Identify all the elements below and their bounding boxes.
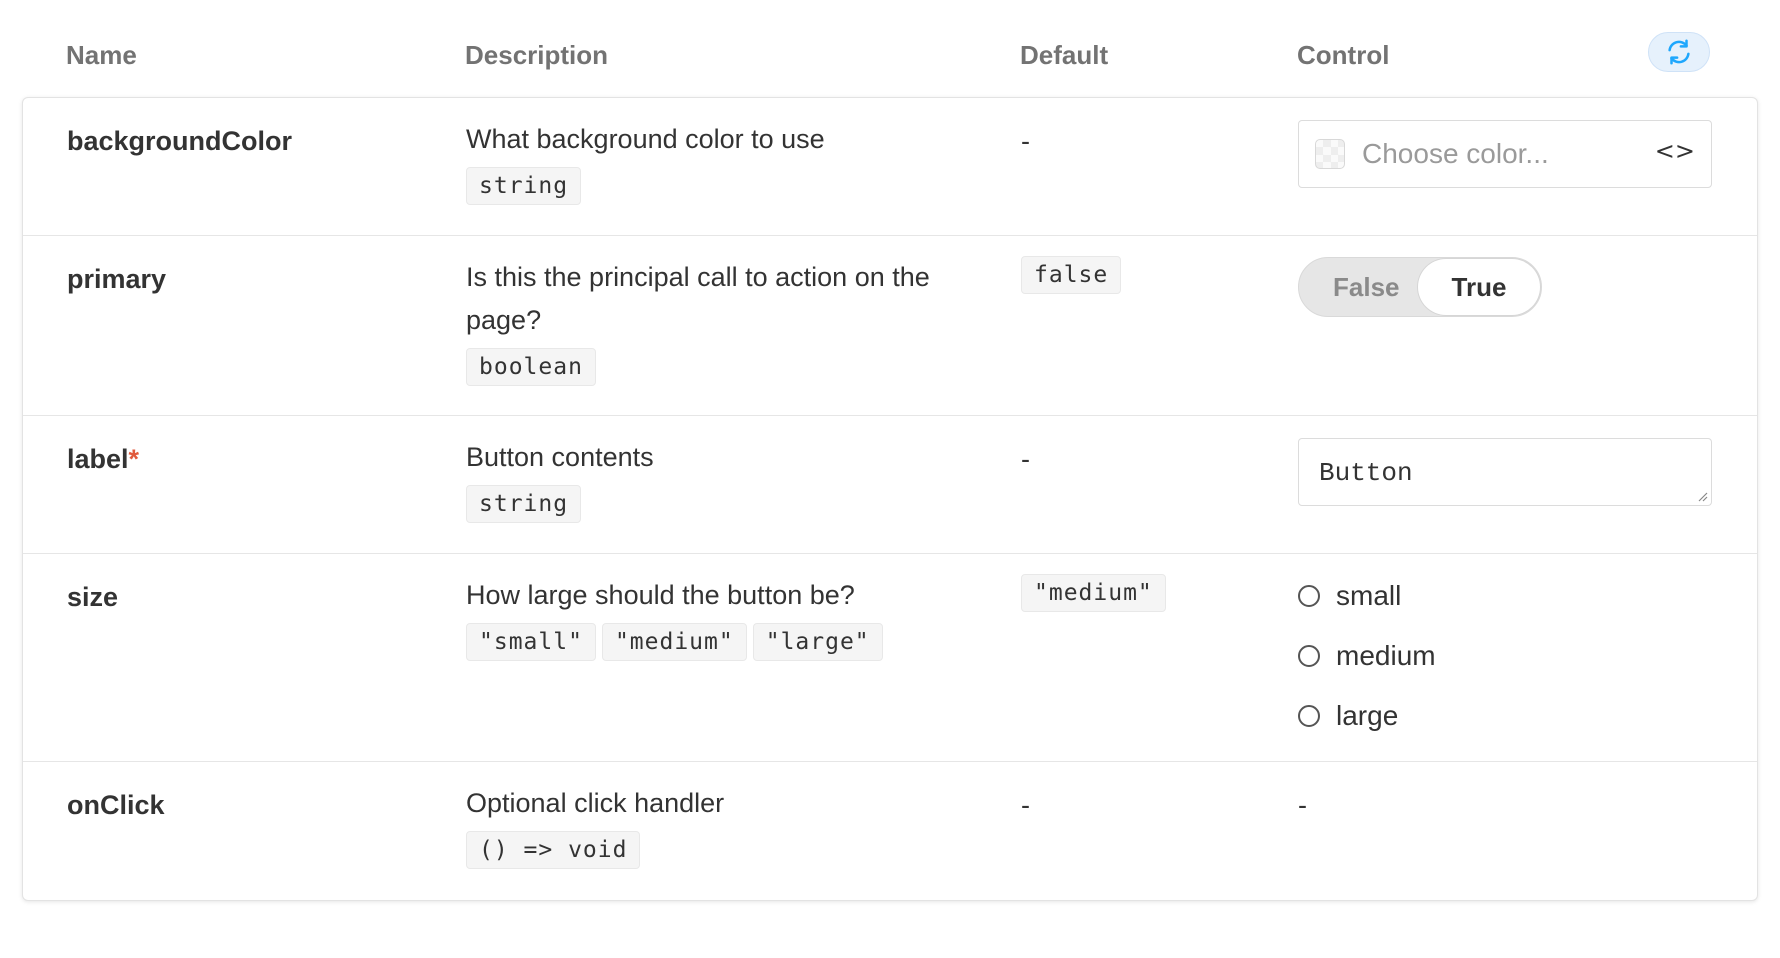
header-control: Control [1297,40,1390,70]
type-badge: () => void [466,831,641,869]
table-row: size How large should the button be? "sm… [23,554,1757,762]
prop-name: backgroundColor [67,126,293,156]
sync-icon [1668,39,1690,65]
resize-handle-icon[interactable] [1696,490,1708,502]
radio-button[interactable] [1298,585,1320,607]
description-text: Button contents [466,442,654,472]
radio-option-small[interactable]: small [1298,566,1436,626]
type-badge: boolean [466,348,596,386]
table-header: Name Description Default Control [22,22,1758,88]
type-badge: "medium" [601,623,747,661]
boolean-toggle[interactable]: False True [1298,257,1542,317]
type-badge: string [466,167,582,205]
required-marker: * [128,444,140,474]
header-name: Name [66,40,137,70]
default-value: "medium" [1021,574,1166,612]
description-text: What background color to use [466,124,825,154]
prop-description: How large should the button be? "small" "… [466,574,986,662]
text-input[interactable]: Button [1298,438,1712,506]
description-text: Optional click handler [466,788,725,818]
radio-label: small [1336,580,1402,611]
default-value: - [1021,444,1030,474]
color-input[interactable]: Choose color... [1362,138,1549,170]
radio-button[interactable] [1298,645,1320,667]
args-table: backgroundColor What background color to… [22,97,1758,901]
description-text: How large should the button be? [466,580,855,610]
header-default: Default [1020,40,1109,70]
prop-name: primary [67,264,167,294]
no-control: - [1298,790,1307,820]
description-text: Is this the principal call to action on … [466,262,930,335]
default-value: false [1021,256,1122,294]
text-input-value[interactable]: Button [1319,458,1413,488]
radio-label: medium [1336,640,1436,671]
prop-description: Button contents string [466,436,986,524]
toggle-option-true[interactable]: True [1418,259,1540,315]
color-swatch[interactable] [1315,139,1345,169]
prop-description: Optional click handler () => void [466,782,986,870]
prop-name: label* [67,444,139,475]
prop-name: onClick [67,790,165,820]
code-toggle-icon[interactable]: <> [1655,137,1695,165]
table-row: onClick Optional click handler () => voi… [23,762,1757,900]
boolean-control: False True [1298,257,1542,317]
radio-option-large[interactable]: large [1298,686,1436,746]
type-badge: "small" [466,623,596,661]
default-value: - [1021,790,1030,820]
table-row: label* Button contents string - Button [23,416,1757,554]
default-value: - [1021,126,1030,156]
text-control: Button [1298,438,1712,506]
header-description: Description [465,40,609,70]
table-row: backgroundColor What background color to… [23,98,1757,236]
color-control: Choose color... <> [1298,120,1712,188]
type-badge: "large" [752,623,883,661]
prop-name: size [67,582,119,612]
prop-description: Is this the principal call to action on … [466,256,986,387]
toggle-option-false[interactable]: False [1333,272,1400,303]
radio-control: small medium large [1298,566,1436,746]
type-badge: string [466,485,582,523]
table-row: primary Is this the principal call to ac… [23,236,1757,416]
prop-name-text: label [67,444,129,474]
radio-label: large [1336,700,1399,731]
radio-option-medium[interactable]: medium [1298,626,1436,686]
prop-description: What background color to use string [466,118,986,206]
radio-button[interactable] [1298,705,1320,727]
reset-controls-button[interactable] [1648,32,1710,72]
args-table-panel: Name Description Default Control backgro… [0,0,1780,958]
color-picker[interactable]: Choose color... <> [1298,120,1712,188]
